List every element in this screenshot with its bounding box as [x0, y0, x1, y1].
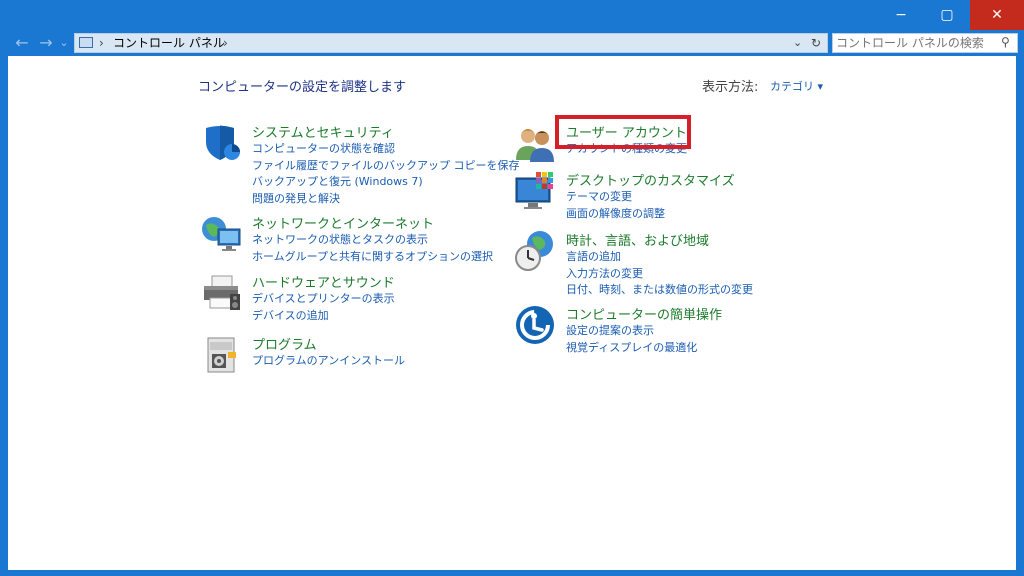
- maximize-button[interactable]: ▢: [924, 0, 970, 30]
- address-dropdown-icon[interactable]: ⌄: [793, 34, 802, 52]
- breadcrumb-separator[interactable]: ›: [223, 34, 228, 52]
- search-icon[interactable]: ⚲: [1001, 35, 1010, 49]
- address-box[interactable]: › コントロール パネル › ⌄ ↻: [74, 33, 828, 53]
- category-title[interactable]: ネットワークとインターネット: [252, 213, 434, 232]
- shield-icon[interactable]: [200, 122, 242, 164]
- users-icon[interactable]: [514, 122, 556, 164]
- link-uninstall-program[interactable]: プログラムのアンインストール: [252, 353, 405, 370]
- link-optimize-display[interactable]: 視覚ディスプレイの最適化: [566, 340, 697, 357]
- minimize-icon: −: [895, 7, 907, 23]
- link-change-theme[interactable]: テーマの変更: [566, 189, 665, 206]
- close-icon: ✕: [991, 7, 1003, 23]
- forward-arrow-icon: →: [39, 33, 53, 52]
- forward-button[interactable]: →: [36, 33, 56, 52]
- link-check-status[interactable]: コンピューターの状態を確認: [252, 141, 520, 158]
- page-title: コンピューターの設定を調整します: [198, 80, 407, 95]
- link-add-language[interactable]: 言語の追加: [566, 249, 753, 266]
- refresh-icon[interactable]: ↻: [811, 34, 821, 52]
- category-title[interactable]: プログラム: [252, 334, 317, 353]
- category-title[interactable]: コンピューターの簡単操作: [566, 304, 722, 323]
- breadcrumb-control-panel[interactable]: コントロール パネル: [113, 34, 225, 52]
- category-title[interactable]: ハードウェアとサウンド: [252, 272, 395, 291]
- category-title[interactable]: システムとセキュリティ: [252, 122, 394, 141]
- link-adjust-resolution[interactable]: 画面の解像度の調整: [566, 206, 665, 223]
- title-bar[interactable]: − ▢ ✕: [0, 0, 1024, 30]
- link-file-history[interactable]: ファイル履歴でファイルのバックアップ コピーを保存: [252, 158, 520, 175]
- desktop-icon[interactable]: [514, 170, 556, 212]
- category-title[interactable]: デスクトップのカスタマイズ: [566, 170, 735, 189]
- ease-of-access-icon[interactable]: [514, 304, 556, 346]
- link-change-date-format[interactable]: 日付、時刻、または数値の形式の変更: [566, 282, 753, 299]
- link-recommended-settings[interactable]: 設定の提案の表示: [566, 323, 697, 340]
- highlight-annotation-box: [555, 115, 691, 149]
- back-arrow-icon: ←: [15, 33, 29, 52]
- maximize-icon: ▢: [940, 7, 954, 23]
- link-change-input-method[interactable]: 入力方法の変更: [566, 266, 753, 283]
- link-backup-restore[interactable]: バックアップと復元 (Windows 7): [252, 174, 520, 191]
- content-area: コンピューターの設定を調整します 表示方法: カテゴリ ▾ システムとセキュリテ…: [8, 56, 1016, 570]
- breadcrumb-separator[interactable]: ›: [99, 34, 104, 52]
- view-by-dropdown[interactable]: カテゴリ ▾: [770, 78, 823, 94]
- chevron-down-icon: ⌄: [59, 36, 69, 49]
- link-devices-printers[interactable]: デバイスとプリンターの表示: [252, 291, 395, 308]
- search-input[interactable]: [836, 35, 996, 51]
- control-panel-window: − ▢ ✕ ← → ⌄ › コントロール パネル › ⌄ ↻ ⚲ コンピューター…: [0, 0, 1024, 576]
- minimize-button[interactable]: −: [878, 0, 924, 30]
- clock-globe-icon[interactable]: [514, 230, 556, 272]
- programs-icon[interactable]: [200, 334, 242, 376]
- navigation-bar: ← → ⌄ › コントロール パネル › ⌄ ↻ ⚲: [0, 30, 1024, 56]
- recent-locations-button[interactable]: ⌄: [58, 36, 70, 49]
- link-troubleshoot[interactable]: 問題の発見と解決: [252, 191, 520, 208]
- category-title[interactable]: 時計、言語、および地域: [566, 230, 709, 249]
- printer-icon[interactable]: [200, 272, 242, 314]
- control-panel-icon: [79, 37, 93, 48]
- search-box[interactable]: ⚲: [832, 33, 1018, 53]
- link-add-device[interactable]: デバイスの追加: [252, 308, 395, 325]
- link-homegroup[interactable]: ホームグループと共有に関するオプションの選択: [252, 249, 493, 266]
- back-button[interactable]: ←: [12, 33, 32, 52]
- view-by-label: 表示方法:: [702, 80, 759, 95]
- network-icon[interactable]: [200, 213, 242, 255]
- link-network-status[interactable]: ネットワークの状態とタスクの表示: [252, 232, 493, 249]
- close-button[interactable]: ✕: [970, 0, 1024, 30]
